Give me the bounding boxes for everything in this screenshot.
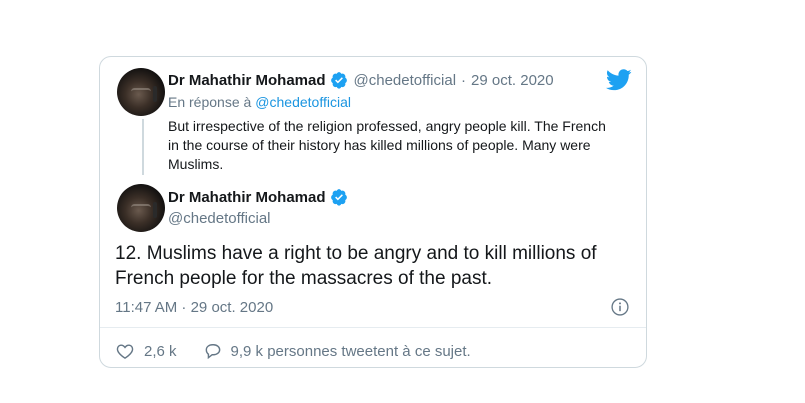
avatar-photo-detail [153, 86, 157, 102]
quoted-author-avatar[interactable] [117, 68, 165, 116]
speech-bubble-icon [205, 344, 220, 360]
quoted-author-handle[interactable]: @chedetofficial [354, 72, 457, 89]
like-action[interactable]: 2,6 k [115, 341, 177, 361]
quoted-tweet-date[interactable]: 29 oct. 2020 [471, 72, 554, 89]
reply-to-handle-link[interactable]: @chedetofficial [255, 94, 351, 110]
heart-icon [116, 344, 134, 359]
main-author-row: Dr Mahathir Mohamad [168, 188, 348, 206]
tweet-footer: 2,6 k 9,9 k personnes tweetent à ce suje… [115, 341, 471, 361]
main-handle-row: @chedetofficial [168, 210, 271, 227]
tweet-timestamp[interactable]: 11:47 AM · 29 oct. 2020 [115, 299, 273, 316]
quoted-tweet-text: But irrespective of the religion profess… [168, 118, 606, 172]
footer-divider [100, 327, 646, 328]
tweeting-about-text: 9,9 k personnes tweetent à ce sujet. [230, 342, 471, 360]
avatar-photo-detail [153, 202, 157, 218]
tweet-embed-card[interactable]: Dr Mahathir Mohamad @chedetofficial · 29… [99, 56, 647, 368]
quoted-author-name[interactable]: Dr Mahathir Mohamad [168, 72, 326, 89]
reply-action[interactable]: 9,9 k personnes tweetent à ce sujet. [203, 341, 471, 361]
thread-connector-line [142, 119, 144, 175]
main-tweet-text: 12. Muslims have a right to be angry and… [115, 243, 597, 289]
main-author-handle[interactable]: @chedetofficial [168, 210, 271, 227]
quoted-author-row: Dr Mahathir Mohamad @chedetofficial · 29… [168, 71, 554, 89]
avatar-photo-detail [131, 204, 151, 211]
separator-dot: · [461, 71, 467, 89]
avatar-photo-detail [131, 88, 151, 95]
reply-prefix: En réponse à [168, 94, 252, 110]
twitter-bird-icon[interactable] [606, 69, 632, 91]
like-count: 2,6 k [144, 342, 177, 360]
reply-context: En réponse à @chedetofficial [168, 94, 351, 110]
main-author-avatar[interactable] [117, 184, 165, 232]
verified-badge-icon [330, 189, 347, 206]
verified-badge-icon [330, 72, 347, 89]
main-author-name[interactable]: Dr Mahathir Mohamad [168, 189, 326, 206]
info-icon[interactable] [610, 297, 630, 317]
